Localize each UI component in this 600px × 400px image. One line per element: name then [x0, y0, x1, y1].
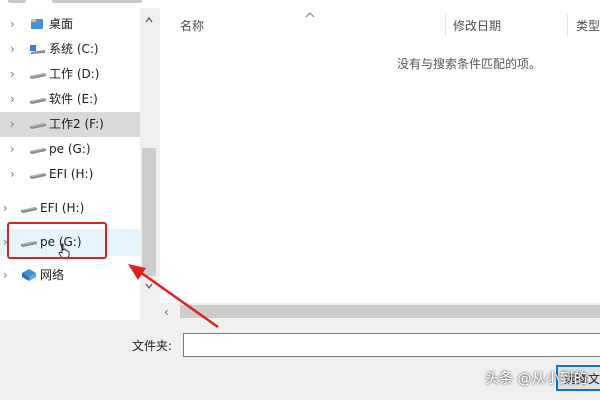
desktop-folder-icon: [29, 18, 47, 30]
nav-item-drive-h[interactable]: › EFI (H:): [0, 162, 140, 187]
scroll-down-icon[interactable]: [144, 280, 154, 290]
nav-item-desktop[interactable]: › 桌面: [0, 12, 140, 37]
column-header-modified[interactable]: 修改日期: [453, 18, 501, 34]
nav-item-drive-e[interactable]: › 软件 (E:): [0, 87, 140, 112]
chevron-right-icon[interactable]: ›: [10, 92, 20, 106]
top-toolbar-cutoff: [0, 0, 600, 8]
folder-label: 文件夹:: [132, 339, 173, 353]
nav-item-drive-d[interactable]: › 工作 (D:): [0, 62, 140, 87]
drive-icon: [29, 68, 47, 80]
annotation-highlight-box: [7, 222, 107, 259]
chevron-right-icon[interactable]: ›: [10, 117, 20, 131]
file-list-pane: 名称 修改日期 类型 没有与搜索条件匹配的项。: [160, 8, 600, 303]
nav-item-label: 桌面: [49, 17, 74, 31]
drive-icon: [29, 168, 47, 180]
sort-ascending-icon: [305, 8, 315, 18]
drive-icon: [29, 118, 47, 130]
nav-item-drive-g[interactable]: › pe (G:): [0, 137, 140, 162]
column-header-type[interactable]: 类型: [576, 18, 600, 34]
network-icon: [20, 269, 38, 281]
toolbar-fragment: [8, 0, 26, 3]
nav-item-drive-c[interactable]: › 系统 (C:): [0, 37, 140, 62]
scrollbar-thumb[interactable]: [142, 148, 156, 276]
empty-list-message: 没有与搜索条件匹配的项。: [397, 57, 542, 71]
chevron-right-icon[interactable]: ›: [10, 17, 20, 31]
toolbar-fragment: [52, 0, 142, 3]
folder-input[interactable]: [183, 333, 600, 357]
system-drive-icon: [29, 43, 47, 55]
nav-item-label: pe (G:): [49, 142, 91, 156]
drive-icon: [29, 93, 47, 105]
chevron-right-icon[interactable]: ›: [10, 67, 20, 81]
list-horizontal-scrollbar[interactable]: ‹: [160, 303, 600, 320]
nav-item-label: EFI (H:): [40, 201, 85, 215]
chevron-right-icon[interactable]: ›: [3, 268, 13, 282]
chevron-right-icon[interactable]: ›: [10, 42, 20, 56]
column-divider[interactable]: [445, 14, 446, 36]
column-header-name[interactable]: 名称: [180, 18, 204, 34]
scrollbar-thumb[interactable]: [180, 305, 600, 318]
drive-icon: [20, 202, 38, 214]
nav-item-label: 工作2 (F:): [49, 117, 104, 131]
column-divider[interactable]: [567, 14, 568, 36]
chevron-right-icon[interactable]: ›: [10, 142, 20, 156]
scroll-left-icon[interactable]: ‹: [164, 306, 169, 318]
nav-item-label: 软件 (E:): [49, 92, 98, 106]
nav-item-label: 工作 (D:): [49, 67, 100, 81]
nav-item-efi-h[interactable]: › EFI (H:): [0, 196, 140, 221]
nav-item-label: 系统 (C:): [49, 42, 99, 56]
chevron-right-icon[interactable]: ›: [10, 167, 20, 181]
watermark-text: 头条 @从小到的: [485, 371, 588, 387]
chevron-right-icon[interactable]: ›: [3, 201, 13, 215]
drive-icon: [29, 143, 47, 155]
nav-item-label: EFI (H:): [49, 167, 94, 181]
navigation-pane: › 桌面 › 系统 (C:) › 工作 (D:) › 软件 (E:) › 工作2…: [0, 8, 158, 320]
nav-item-label: 网络: [40, 268, 65, 282]
nav-item-network[interactable]: › 网络: [0, 263, 140, 288]
scroll-up-icon[interactable]: [144, 14, 154, 24]
nav-item-drive-f[interactable]: › 工作2 (F:): [0, 112, 140, 137]
nav-vertical-scrollbar[interactable]: [140, 8, 158, 320]
